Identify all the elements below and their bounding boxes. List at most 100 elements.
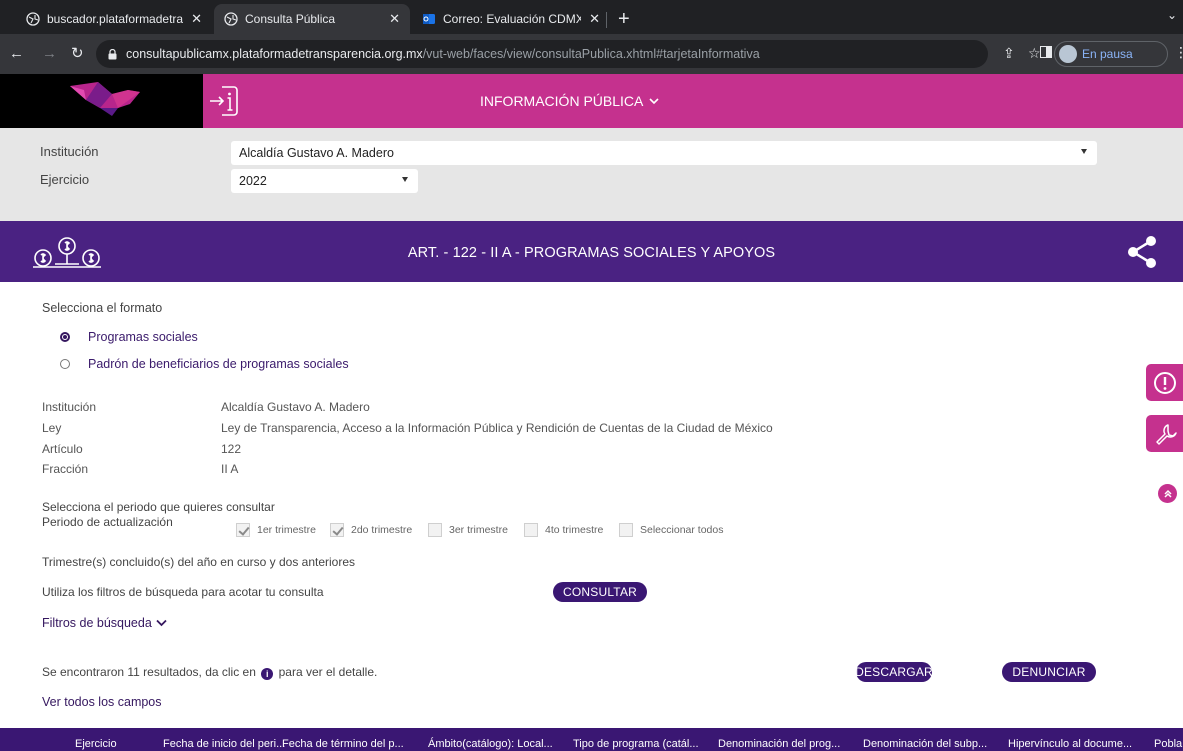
profile-button[interactable]: En pausa (1054, 41, 1168, 67)
tab-search-chevron-icon[interactable]: ⌄ (1167, 8, 1177, 22)
filtros-label: Filtros de búsqueda (42, 616, 152, 630)
chevron-down-icon (156, 619, 167, 627)
checkbox-label: 4to trimestre (545, 524, 604, 536)
chevron-down-icon (649, 97, 659, 104)
ejercicio-select-value: 2022 (239, 174, 267, 188)
table-column-header[interactable]: Ámbito(catálogo): Local... (428, 738, 553, 750)
radio-selected-icon[interactable] (60, 332, 70, 342)
info-label-articulo: Artículo (42, 442, 83, 456)
report-issue-button[interactable] (1146, 364, 1183, 401)
checkbox-label: 3er trimestre (449, 524, 508, 536)
info-label-fraccion: Fracción (42, 462, 89, 476)
table-column-header[interactable]: Pobla (1154, 738, 1182, 750)
table-column-header[interactable]: Fecha de término del p... (282, 738, 404, 750)
table-column-header[interactable]: Ejercicio (75, 738, 117, 750)
table-column-header[interactable]: Fecha de inicio del peri... (163, 738, 285, 750)
table-column-header[interactable]: Denominación del subp... (863, 738, 987, 750)
info-value-articulo: 122 (221, 442, 242, 456)
table-column-header[interactable]: Tipo de programa (catál... (573, 738, 699, 750)
periodo-label: Periodo de actualización (42, 515, 173, 529)
back-arrow-icon[interactable]: ← (9, 46, 24, 62)
info-circle-icon: i (261, 668, 274, 680)
search-hint: Utiliza los filtros de búsqueda para aco… (42, 585, 324, 599)
header-menu-label: INFORMACIÓN PÚBLICA (480, 93, 644, 109)
checkbox-label: 1er trimestre (257, 524, 316, 536)
checkbox-unchecked-icon[interactable] (619, 523, 633, 537)
avatar (1059, 45, 1077, 63)
checkbox-unchecked-icon[interactable] (428, 523, 442, 537)
wrench-icon (1155, 423, 1177, 445)
checkbox-2do-trimestre[interactable]: 2do trimestre (330, 523, 412, 537)
browser-tab-correo[interactable]: Correo: Evaluación CDMX - Ou ✕ (412, 4, 610, 34)
share-icon[interactable] (1127, 235, 1157, 269)
results-text-after: para ver el detalle. (278, 665, 378, 679)
info-value-fraccion: II A (221, 462, 239, 476)
radio-unselected-icon[interactable] (60, 359, 70, 369)
login-info-icon[interactable] (208, 84, 240, 118)
checkbox-4to-trimestre[interactable]: 4to trimestre (524, 523, 603, 537)
browser-toolbar: ← → ↻ consultapublicamx.plataformadetran… (0, 34, 1183, 74)
institucion-select[interactable]: Alcaldía Gustavo A. Madero (231, 141, 1097, 165)
formato-prompt: Selecciona el formato (42, 301, 163, 315)
periodo-note: Trimestre(s) concluido(s) del año en cur… (42, 555, 356, 569)
tools-button[interactable] (1146, 415, 1183, 452)
section-title: ART. - 122 - II A - PROGRAMAS SOCIALES Y… (407, 245, 776, 261)
bookmark-star-icon[interactable]: ☆ (1028, 45, 1041, 61)
results-text-before: Se encontraron 11 resultados, da clic en (42, 665, 256, 679)
checkbox-1er-trimestre[interactable]: 1er trimestre (236, 523, 316, 537)
checkbox-label: Seleccionar todos (640, 524, 724, 536)
close-tab-icon[interactable]: ✕ (191, 11, 202, 27)
close-tab-icon[interactable]: ✕ (589, 11, 600, 27)
browser-tab-consulta[interactable]: Consulta Pública ✕ (214, 4, 410, 34)
consultar-button[interactable]: CONSULTAR (553, 582, 647, 602)
forward-arrow-icon[interactable]: → (42, 46, 57, 62)
double-chevron-up-icon (1163, 489, 1172, 498)
results-table-header: Ejercicio Fecha de inicio del peri... Fe… (0, 728, 1183, 751)
tab-title: buscador.plataformadetranspa (47, 12, 184, 26)
informacion-publica-menu[interactable]: INFORMACIÓN PÚBLICA (480, 93, 659, 109)
outlook-icon (423, 14, 435, 24)
checkbox-checked-icon[interactable] (236, 523, 250, 537)
tab-separator (606, 12, 607, 28)
results-summary: Se encontraron 11 resultados, da clic en… (42, 665, 377, 680)
browser-tab-buscador[interactable]: buscador.plataformadetranspa ✕ (16, 4, 212, 34)
browser-menu-icon[interactable]: ⋮ (1174, 44, 1183, 61)
filters-band: Institución Alcaldía Gustavo A. Madero E… (0, 128, 1183, 221)
lock-icon (108, 48, 117, 59)
ejercicio-select[interactable]: 2022 (231, 169, 418, 193)
descargar-button[interactable]: DESCARGAR (855, 662, 933, 682)
institucion-select-value: Alcaldía Gustavo A. Madero (239, 146, 394, 160)
site-logo[interactable] (0, 74, 203, 128)
checkbox-3er-trimestre[interactable]: 3er trimestre (428, 523, 508, 537)
new-tab-plus-icon[interactable]: + (618, 9, 630, 29)
logo-shape-icon (70, 82, 140, 116)
periodo-prompt: Selecciona el periodo que quieres consul… (42, 500, 275, 514)
reload-icon[interactable]: ↻ (71, 46, 84, 62)
address-bar[interactable]: consultapublicamx.plataformadetransparen… (96, 40, 988, 68)
tab-title: Correo: Evaluación CDMX - Ou (443, 12, 582, 26)
globe-icon (224, 12, 238, 26)
radio-label: Padrón de beneficiarios de programas soc… (88, 357, 349, 371)
checkbox-checked-icon[interactable] (330, 523, 344, 537)
denunciar-button[interactable]: DENUNCIAR (1002, 662, 1096, 682)
radio-padron-beneficiarios[interactable]: Padrón de beneficiarios de programas soc… (60, 357, 349, 371)
checkbox-seleccionar-todos[interactable]: Seleccionar todos (619, 523, 723, 537)
filtros-busqueda-toggle[interactable]: Filtros de búsqueda (42, 616, 167, 630)
radio-programas-sociales[interactable]: Programas sociales (60, 330, 198, 344)
close-tab-icon[interactable]: ✕ (389, 11, 400, 27)
section-banner: ART. - 122 - II A - PROGRAMAS SOCIALES Y… (0, 221, 1183, 282)
url-host: consultapublicamx.plataformadetransparen… (126, 47, 423, 61)
table-column-header[interactable]: Denominación del prog... (718, 738, 840, 750)
url-path: /vut-web/faces/view/consultaPublica.xhtm… (422, 47, 760, 61)
info-value-ley: Ley de Transparencia, Acceso a la Inform… (221, 421, 773, 435)
scroll-top-button[interactable] (1158, 484, 1177, 503)
select-caret-icon (1081, 149, 1087, 154)
browser-tab-strip: buscador.plataformadetranspa ✕ Consulta … (0, 0, 1183, 34)
info-label-ley: Ley (42, 421, 62, 435)
ver-todos-campos-link[interactable]: Ver todos los campos (42, 695, 162, 709)
table-column-header[interactable]: Hipervínculo al docume... (1008, 738, 1132, 750)
side-panel-icon[interactable] (1040, 45, 1052, 61)
institucion-label: Institución (40, 144, 99, 159)
checkbox-unchecked-icon[interactable] (524, 523, 538, 537)
share-page-icon[interactable]: ⇪ (1003, 45, 1015, 61)
